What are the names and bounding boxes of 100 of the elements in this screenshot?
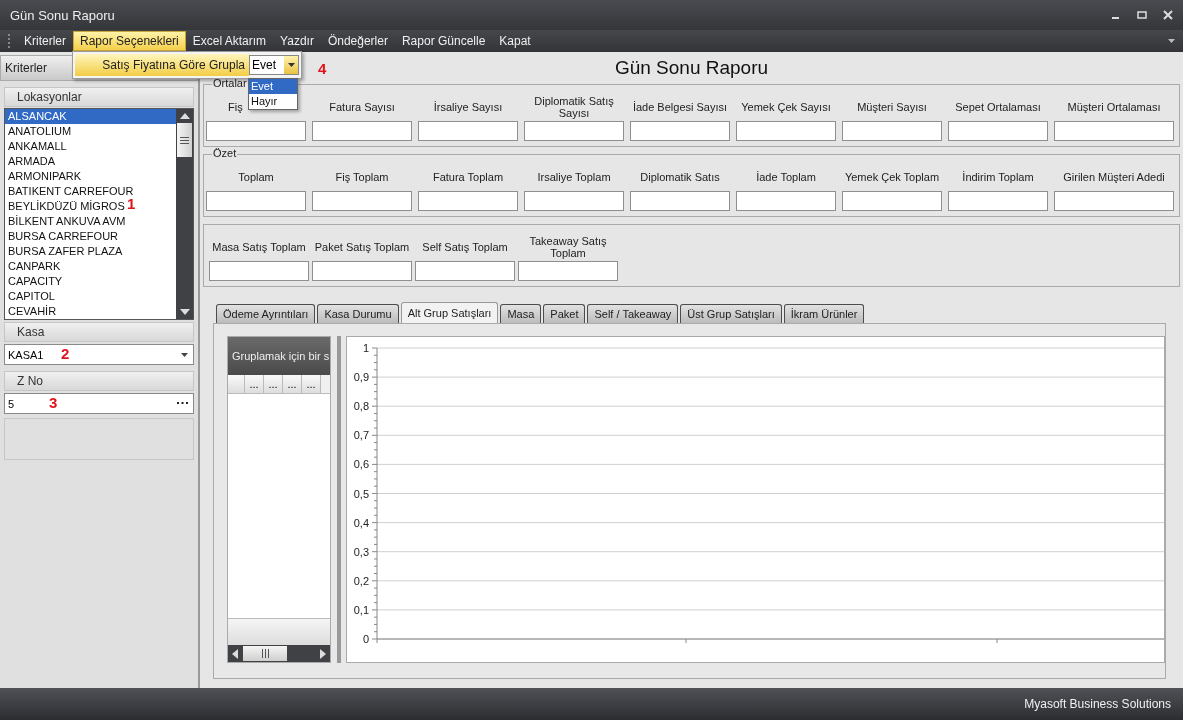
panel-title: Kriterler (5, 61, 47, 75)
field-label: Diplomatik Satıs (640, 170, 720, 185)
scrollbar[interactable] (228, 645, 330, 662)
input-field[interactable] (206, 191, 306, 211)
group-legend: Özet (212, 147, 238, 159)
list-item[interactable]: ARMONIPARK (5, 169, 85, 184)
tab[interactable]: İkram Ürünler (783, 304, 865, 323)
field-label: Müşteri Ortalaması (1067, 100, 1161, 115)
tab[interactable]: Alt Grup Satışları (400, 302, 499, 323)
menu-item[interactable]: Öndeğerler (320, 31, 395, 51)
list-item[interactable]: ARMADA (5, 154, 59, 169)
tab[interactable]: Üst Grup Satışları (680, 304, 782, 323)
column-header[interactable]: ... (264, 375, 283, 393)
field-label: Toplam (238, 170, 274, 185)
input-field[interactable] (206, 121, 306, 141)
list-option[interactable]: Hayır (249, 94, 297, 109)
list-option[interactable]: Evet (249, 79, 297, 94)
menu-item[interactable]: Yazdır (273, 31, 321, 51)
tab[interactable]: Ödeme Ayrıntıları (216, 304, 316, 323)
field-label: Takeaway Satış Toplam (528, 234, 608, 261)
close-icon[interactable] (1163, 10, 1173, 20)
input-field[interactable] (524, 191, 624, 211)
input-field[interactable] (948, 191, 1048, 211)
list-item[interactable]: CANPARK (5, 259, 64, 274)
field-label: Fiş Toplam (335, 170, 389, 185)
tab[interactable]: Masa (500, 304, 542, 323)
menu-item[interactable]: Satış Fiyatına Göre Grupla (75, 54, 249, 76)
input-field[interactable] (736, 121, 836, 141)
tab[interactable]: Self / Takeaway (587, 304, 679, 323)
scroll-thumb[interactable] (177, 123, 192, 157)
axis-label: 0,7 (353, 429, 369, 442)
tab[interactable]: Paket (543, 304, 586, 323)
caret-icon[interactable] (1168, 39, 1175, 44)
input-field[interactable] (418, 191, 518, 211)
scroll-down-icon[interactable] (179, 309, 190, 315)
input-field[interactable] (312, 261, 412, 281)
menu-item[interactable]: Excel Aktarım (185, 31, 274, 51)
axis-label: 0,4 (353, 516, 369, 529)
axis-label: 0,3 (353, 545, 369, 558)
scroll-left-icon[interactable] (232, 648, 238, 659)
axis-label: 0,6 (353, 458, 369, 471)
input-field[interactable] (209, 261, 309, 281)
input-field[interactable] (842, 121, 942, 141)
z-no-field[interactable]: 5 3 (4, 393, 194, 414)
window-title: Gün Sonu Raporu (10, 7, 115, 23)
list-item[interactable]: BURSA ZAFER PLAZA (5, 244, 126, 259)
menu-item[interactable]: Kapat (492, 31, 538, 51)
column-header[interactable]: ... (245, 375, 264, 393)
field-label: İndirim Toplam (962, 170, 1034, 185)
grip-icon (180, 136, 189, 144)
grip-icon (261, 649, 269, 658)
field-label: Sepet Ortalaması (955, 100, 1041, 115)
input-field[interactable] (630, 121, 730, 141)
scroll-right-icon[interactable] (320, 648, 326, 659)
field-label: İade Toplam (756, 170, 816, 185)
scroll-up-icon[interactable] (179, 113, 190, 119)
caret-icon[interactable] (181, 352, 188, 357)
list-item[interactable]: CEVAHİR (5, 304, 60, 319)
menu-item[interactable]: Rapor Seçenekleri (73, 31, 186, 51)
input-field[interactable] (1054, 121, 1174, 141)
caret-icon[interactable] (287, 63, 295, 67)
scroll-thumb[interactable] (243, 646, 287, 661)
input-field[interactable] (736, 191, 836, 211)
input-field[interactable] (518, 261, 618, 281)
field-label: Fiş (227, 100, 243, 115)
kasa-dropdown[interactable]: KASA1 2 (4, 344, 194, 365)
list-item[interactable]: BEYLİKDÜZÜ MİGROS (5, 199, 128, 214)
list-item[interactable]: BURSA CARREFOUR (5, 229, 122, 244)
input-field[interactable] (842, 191, 942, 211)
axis-label: 0,2 (353, 574, 369, 587)
input-field[interactable] (418, 121, 518, 141)
combo-box[interactable]: Evet (249, 55, 299, 75)
input-field[interactable] (1054, 191, 1174, 211)
list-item[interactable]: CAPITOL (5, 289, 58, 304)
field-label: Girilen Müşteri Adedi (1063, 170, 1165, 185)
input-field[interactable] (524, 121, 624, 141)
menu-item[interactable]: Kriterler (17, 31, 73, 51)
list-item[interactable]: BİLKENT ANKUVA AVM (5, 214, 129, 229)
list-item[interactable]: ANATOLIUM (5, 124, 75, 139)
list-item[interactable]: ALSANCAK (5, 109, 176, 124)
input-field[interactable] (312, 121, 412, 141)
input-field[interactable] (312, 191, 412, 211)
axis-label: 1 (362, 342, 369, 354)
column-header[interactable]: ... (302, 375, 321, 393)
list-item[interactable]: CAPACITY (5, 274, 66, 289)
input-field[interactable] (948, 121, 1048, 141)
tab[interactable]: Kasa Durumu (317, 304, 399, 323)
field-label: Fatura Toplam (432, 170, 504, 185)
dropdown-button[interactable] (284, 56, 298, 74)
column-header[interactable]: ... (283, 375, 302, 393)
field-label: Paket Satış Toplam (314, 240, 410, 255)
ellipsis-icon[interactable] (177, 402, 188, 405)
list-item[interactable]: ANKAMALL (5, 139, 70, 154)
input-field[interactable] (630, 191, 730, 211)
field-label: İade Belgesi Sayısı (632, 100, 728, 115)
report-title: Gün Sonu Raporu (614, 57, 769, 78)
input-field[interactable] (415, 261, 515, 281)
scrollbar[interactable] (176, 109, 193, 319)
maximize-icon[interactable] (1137, 10, 1147, 20)
menu-item[interactable]: Rapor Güncelle (394, 31, 493, 51)
